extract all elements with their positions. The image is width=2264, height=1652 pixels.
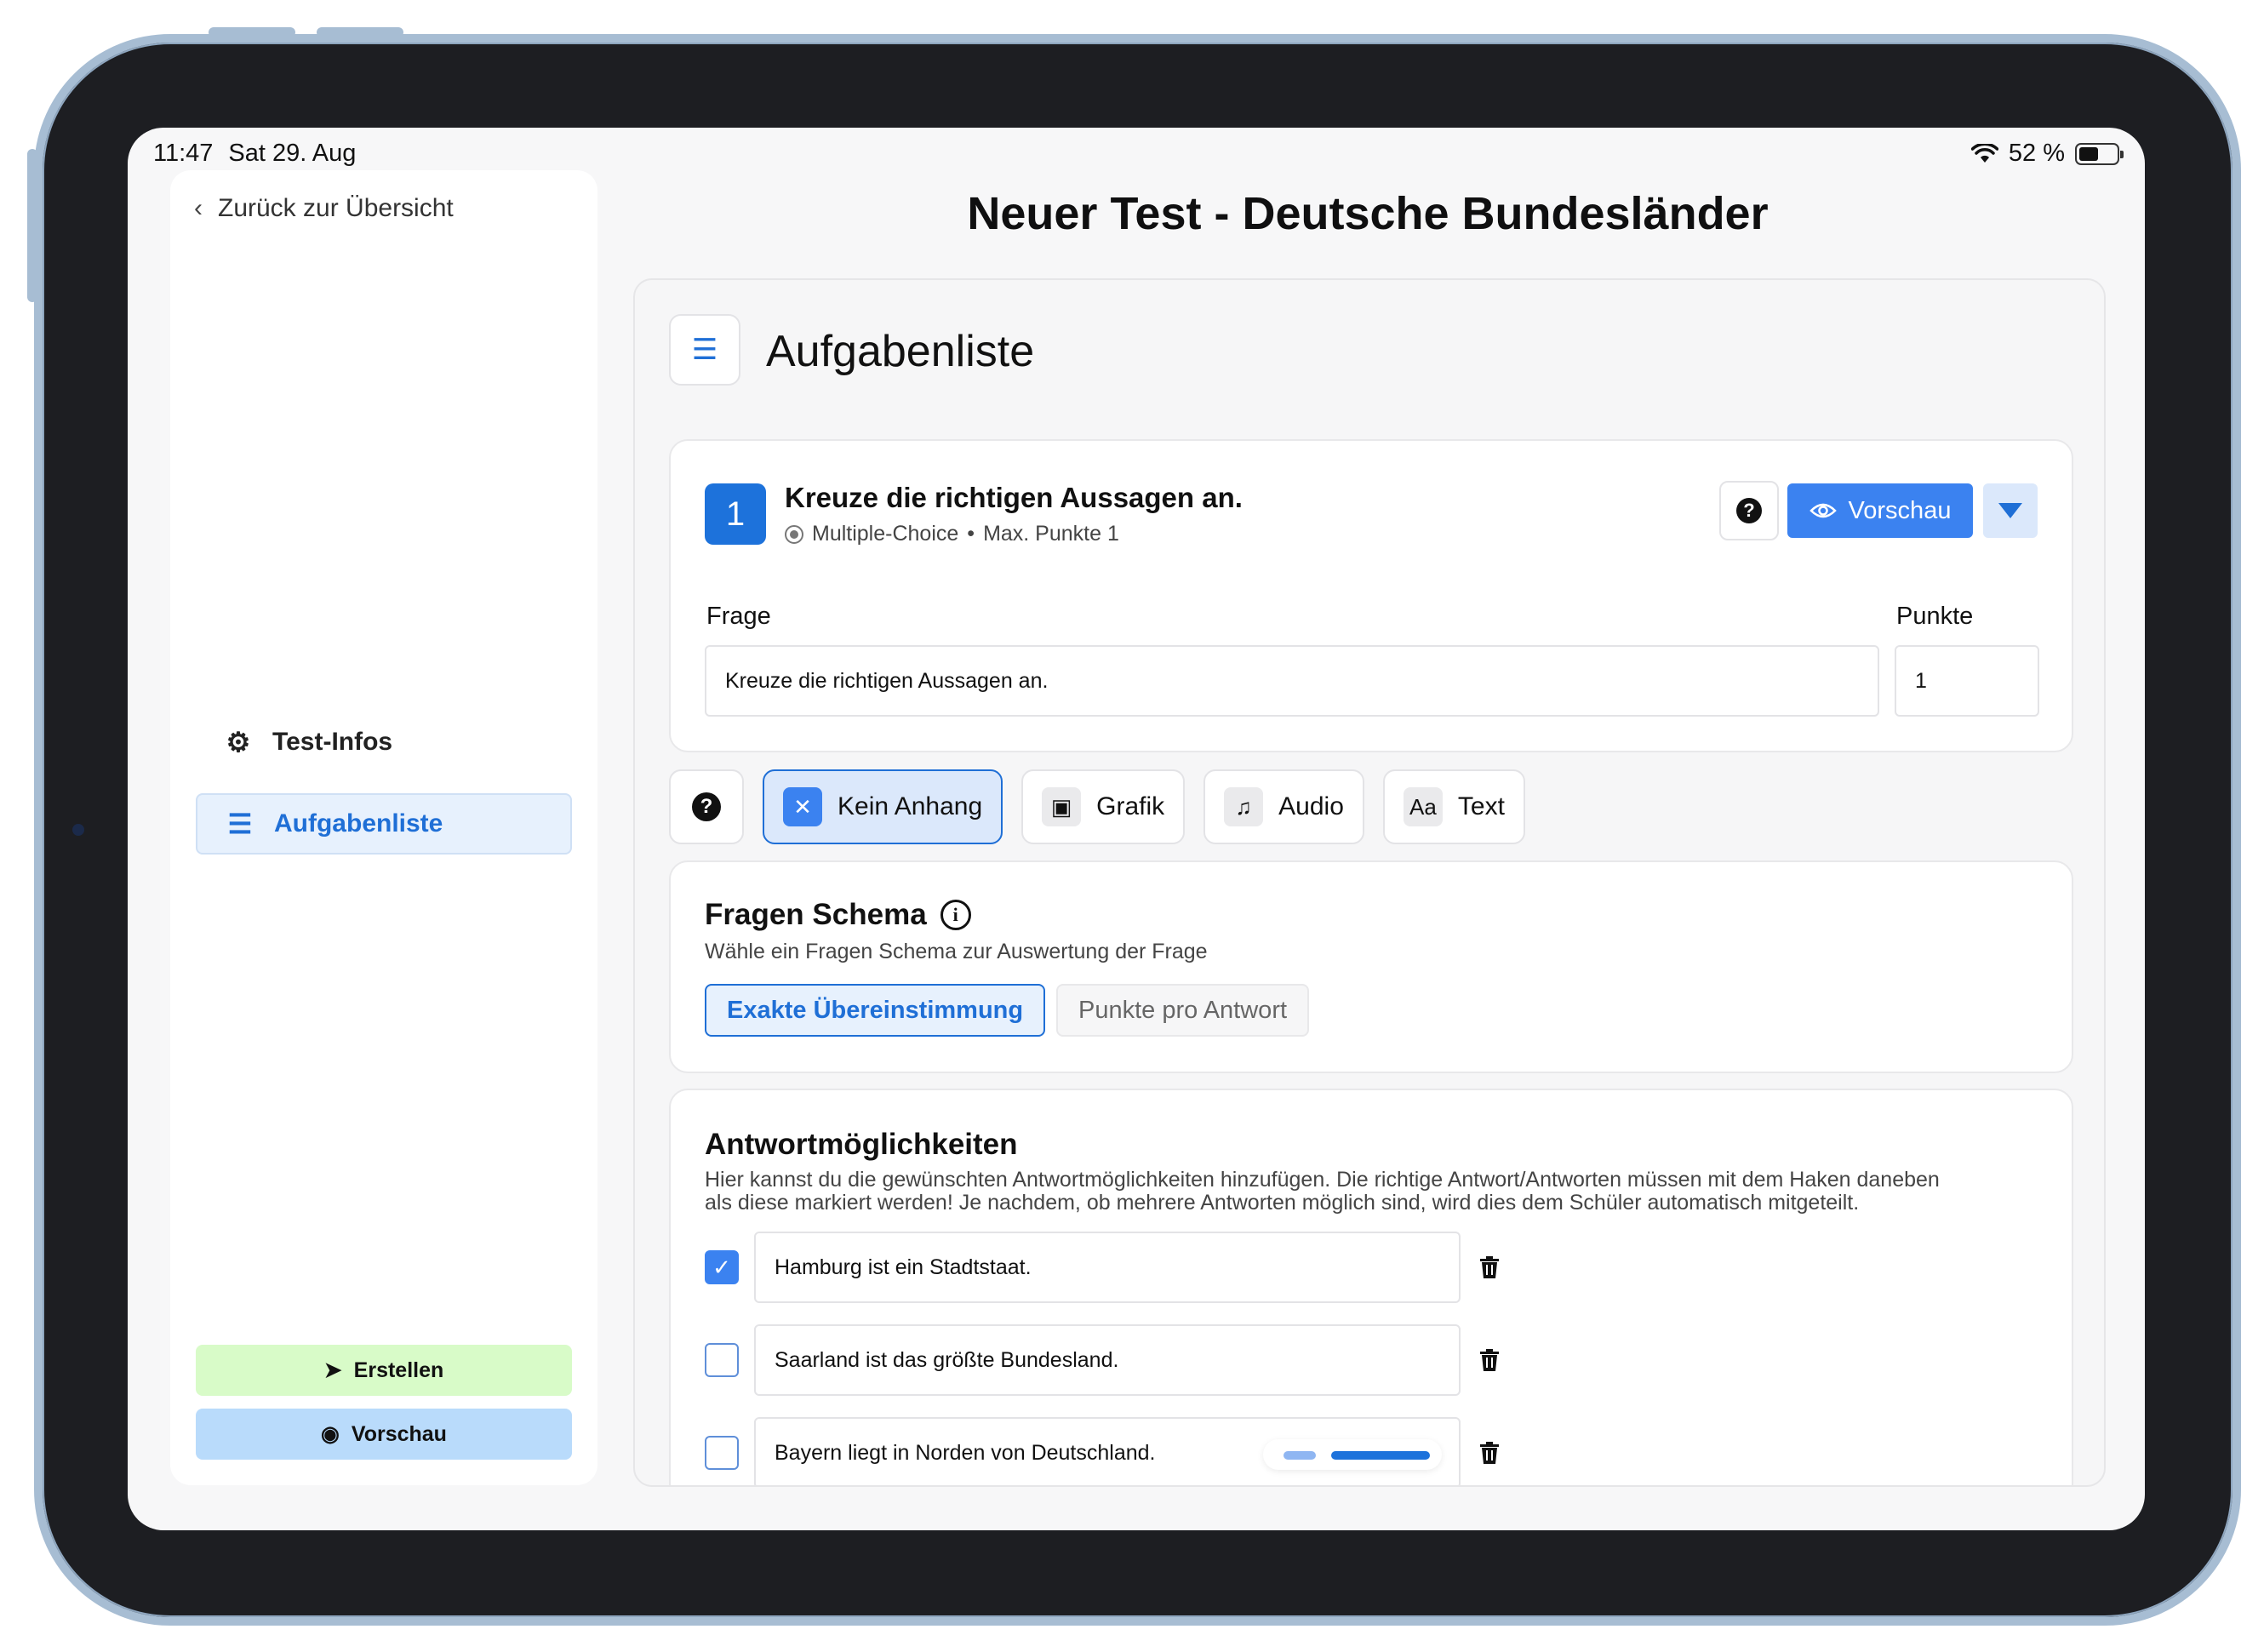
answer-correct-checkbox[interactable]: ✓ (705, 1250, 739, 1284)
trash-icon[interactable] (1474, 1252, 1505, 1283)
battery-percent: 52 % (2008, 140, 2065, 167)
back-to-overview-link[interactable]: ‹ Zurück zur Übersicht (194, 194, 454, 223)
preview-label: Vorschau (351, 1421, 447, 1446)
loading-indicator (1263, 1439, 1443, 1470)
caret-down-icon (1998, 503, 2022, 518)
schema-points-per-answer-button[interactable]: Punkte pro Antwort (1056, 984, 1310, 1037)
answer-input[interactable]: Bayern liegt in Norden von Deutschland. (754, 1417, 1461, 1485)
radio-icon (785, 524, 803, 544)
task-list-panel: ☰ Aufgabenliste 1 Kreuze die richtigen A… (633, 278, 2106, 1487)
question-mark-icon: ? (692, 792, 721, 821)
answer-options-card: Antwortmöglichkeiten Hier kannst du die … (669, 1089, 2073, 1485)
sidebar-item-test-infos[interactable]: ⚙ Test-Infos (196, 712, 572, 773)
battery-icon (2075, 142, 2124, 165)
answer-row: Saarland ist das größte Bundesland. (705, 1324, 1505, 1396)
question-type: Multiple-Choice (812, 522, 959, 546)
question-card: 1 Kreuze die richtigen Aussagen an. Mult… (669, 439, 2073, 752)
answer-row: ✓ Hamburg ist ein Stadtstaat. (705, 1232, 1505, 1303)
preview-label: Vorschau (1848, 496, 1952, 524)
answer-input[interactable]: Hamburg ist ein Stadtstaat. (754, 1232, 1461, 1303)
side-button (27, 149, 37, 302)
attachment-audio-button[interactable]: ♫ Audio (1203, 769, 1364, 844)
answer-text: Hamburg ist ein Stadtstaat. (775, 1255, 1032, 1279)
meta-separator: • (967, 522, 975, 546)
question-meta: Multiple-Choice • Max. Punkte 1 (785, 522, 1119, 546)
schema-subtitle: Wähle ein Fragen Schema zur Auswertung d… (705, 940, 1208, 963)
attachment-label: Grafik (1096, 792, 1165, 820)
question-schema-card: Fragen Schema i Wähle ein Fragen Schema … (669, 860, 2073, 1073)
trash-icon[interactable] (1474, 1345, 1505, 1375)
list-icon: ☰ (669, 314, 740, 386)
answer-input[interactable]: Saarland ist das größte Bundesland. (754, 1324, 1461, 1396)
answers-title: Antwortmöglichkeiten (705, 1128, 1018, 1161)
answer-text: Saarland ist das größte Bundesland. (775, 1347, 1119, 1372)
answer-correct-checkbox[interactable] (705, 1343, 739, 1377)
status-time-date: 11:47 Sat 29. Aug (153, 140, 371, 168)
question-field-label: Frage (706, 603, 771, 630)
schema-title-text: Fragen Schema (705, 898, 927, 931)
answer-correct-checkbox[interactable] (705, 1436, 739, 1470)
page-title: Neuer Test - Deutsche Bundesländer (967, 188, 1769, 239)
sidebar: ‹ Zurück zur Übersicht ⚙ Test-Infos ☰ Au… (170, 170, 597, 1485)
points-input[interactable]: 1 (1895, 645, 2039, 717)
wifi-icon (1970, 143, 1998, 163)
question-title: Kreuze die richtigen Aussagen an. (785, 482, 1243, 513)
schema-exact-match-button[interactable]: Exakte Übereinstimmung (705, 984, 1046, 1037)
question-mark-icon: ? (1736, 498, 1762, 523)
chevron-left-icon: ‹ (194, 194, 203, 222)
answers-description: Hier kannst du die gewünschten Antwortmö… (705, 1169, 1940, 1215)
music-note-icon: ♫ (1224, 787, 1264, 826)
attachment-graphic-button[interactable]: ▣ Grafik (1021, 769, 1186, 844)
points-field-label: Punkte (1896, 603, 1974, 630)
preview-button[interactable]: Vorschau (1787, 483, 1973, 538)
create-button[interactable]: ➤ Erstellen (196, 1345, 572, 1396)
screen: 11:47 Sat 29. Aug 52 % ‹ Zurück zur Übers… (128, 128, 2145, 1530)
question-number-badge: 1 (705, 483, 766, 545)
info-icon[interactable]: i (940, 900, 971, 930)
question-max-points: Max. Punkte 1 (983, 522, 1119, 546)
back-label: Zurück zur Übersicht (218, 194, 454, 222)
sidebar-preview-button[interactable]: ◉ Vorschau (196, 1409, 572, 1460)
trash-icon[interactable] (1474, 1438, 1505, 1468)
attachment-none-button[interactable]: ✕ Kein Anhang (763, 769, 1003, 844)
answers-description-line1: Hier kannst du die gewünschten Antwortmö… (705, 1168, 1940, 1192)
eye-icon (1809, 503, 1837, 518)
status-time: 11:47 (153, 140, 214, 167)
answer-row: Bayern liegt in Norden von Deutschland. (705, 1417, 1505, 1485)
status-date: Sat 29. Aug (228, 140, 357, 167)
eye-icon: ◉ (321, 1422, 340, 1446)
section-title: Aufgabenliste (766, 327, 1035, 376)
create-label: Erstellen (353, 1358, 444, 1382)
camera (72, 824, 84, 836)
sidebar-item-aufgabenliste[interactable]: ☰ Aufgabenliste (196, 793, 572, 855)
volume-button (317, 27, 403, 37)
attachment-options: ? ✕ Kein Anhang ▣ Grafik ♫ Audio Aa Text (669, 769, 1525, 846)
attachment-label: Audio (1278, 792, 1344, 820)
sidebar-item-label: Aufgabenliste (274, 809, 443, 837)
sidebar-item-label: Test-Infos (272, 728, 393, 756)
expand-dropdown-button[interactable] (1983, 483, 2038, 538)
help-button[interactable]: ? (1719, 481, 1779, 540)
attachment-text-button[interactable]: Aa Text (1382, 769, 1525, 844)
text-icon: Aa (1403, 787, 1443, 826)
attachment-help-button[interactable]: ? (669, 769, 744, 844)
send-icon: ➤ (323, 1358, 342, 1382)
x-icon: ✕ (783, 787, 822, 826)
image-icon: ▣ (1042, 787, 1082, 826)
attachment-label: Kein Anhang (838, 792, 983, 820)
answers-description-line2: als diese markiert werden! Je nachdem, o… (705, 1191, 1860, 1215)
schema-title: Fragen Schema i (705, 898, 971, 932)
answer-text: Bayern liegt in Norden von Deutschland. (775, 1440, 1156, 1465)
question-input[interactable]: Kreuze die richtigen Aussagen an. (705, 645, 1879, 717)
gear-icon: ⚙ (226, 727, 251, 757)
status-right: 52 % (1970, 140, 2124, 168)
list-icon: ☰ (227, 809, 253, 839)
volume-button (209, 27, 295, 37)
attachment-label: Text (1457, 792, 1505, 820)
